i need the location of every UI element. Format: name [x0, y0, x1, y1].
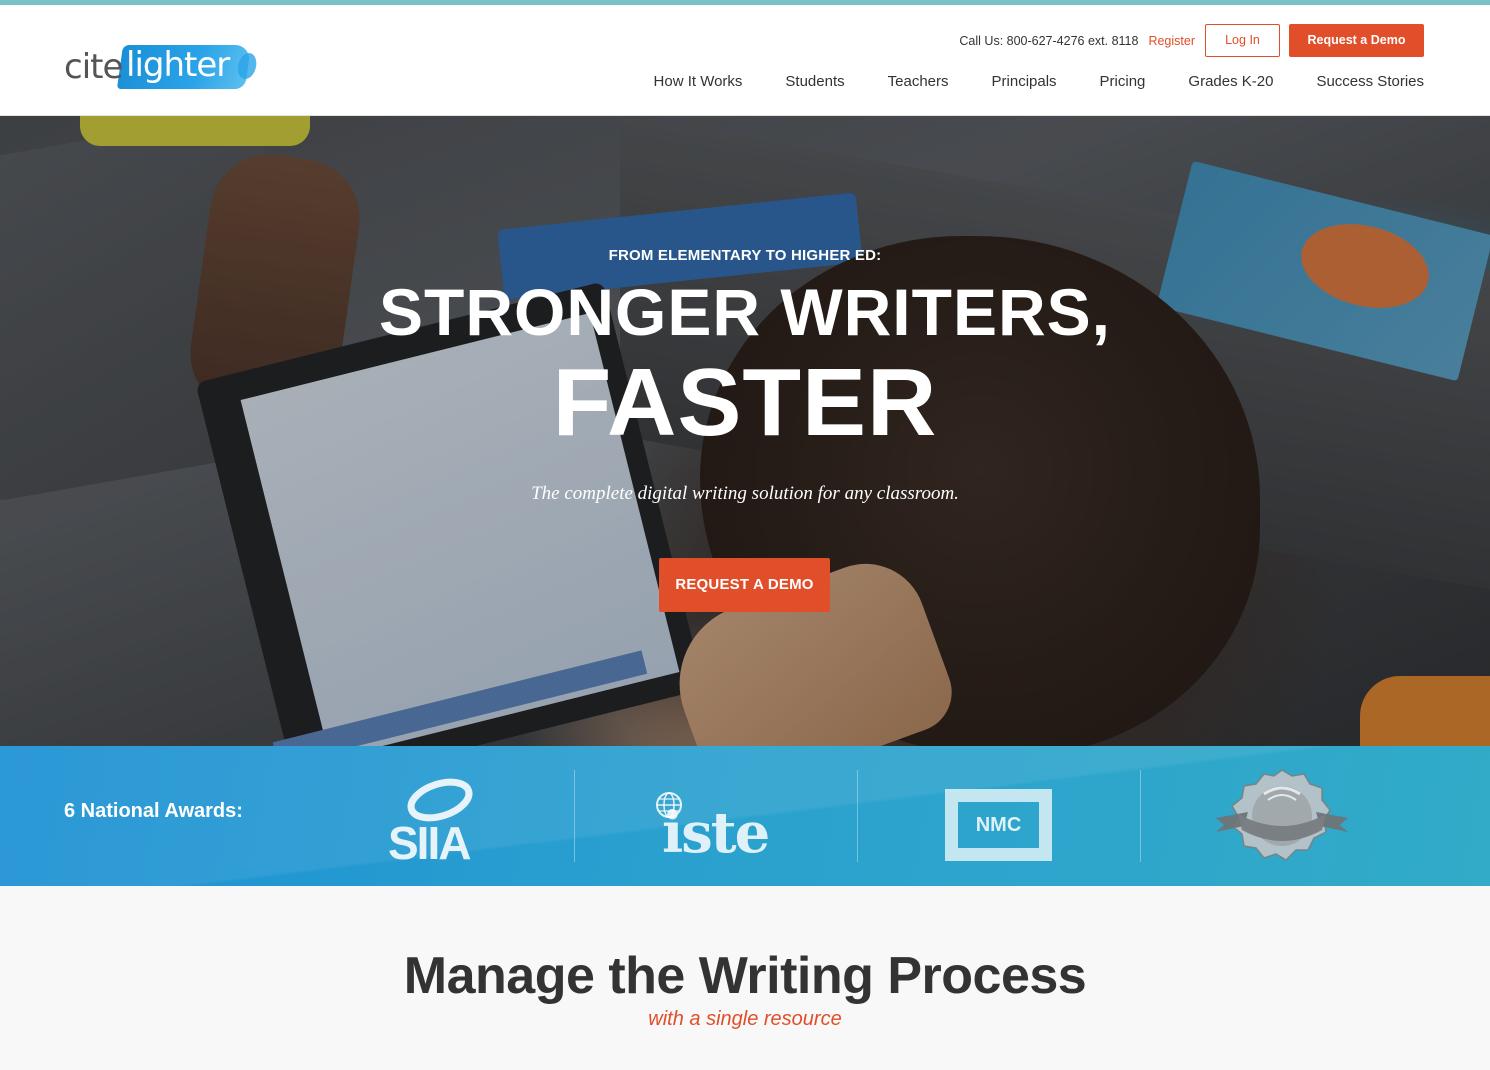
nav-item-grades[interactable]: Grades K-20: [1188, 73, 1273, 90]
logo-text-cite: cite: [64, 47, 123, 87]
nav-item-how-it-works[interactable]: How It Works: [654, 73, 743, 90]
citelighter-logo[interactable]: cite lighter: [64, 41, 254, 97]
request-demo-button-hero[interactable]: REQUEST A DEMO: [659, 558, 830, 612]
awards-divider: [1140, 770, 1141, 862]
award-seal-icon: [1216, 769, 1348, 861]
section-title: Manage the Writing Process: [403, 947, 1087, 1005]
siia-logo: SIIA: [386, 776, 486, 869]
awards-band: 6 National Awards: SIIA iste NMC: [0, 746, 1490, 886]
nav-item-pricing[interactable]: Pricing: [1100, 73, 1146, 90]
nav-item-students[interactable]: Students: [785, 73, 844, 90]
main-nav: How It Works Students Teachers Principal…: [611, 73, 1424, 90]
awards-divider: [574, 770, 575, 862]
nmc-logo: NMC: [945, 789, 1052, 861]
nav-item-teachers[interactable]: Teachers: [888, 73, 949, 90]
hero-title-line2: FASTER: [552, 349, 938, 456]
site-header: cite lighter Call Us: 800-627-4276 ext. …: [0, 5, 1490, 116]
writing-process-section: Manage the Writing Process with a single…: [0, 886, 1490, 1070]
register-link[interactable]: Register: [1148, 34, 1195, 48]
iste-logo-text: iste: [662, 800, 770, 866]
hero-subtitle: The complete digital writing solution fo…: [531, 483, 959, 504]
nav-item-principals[interactable]: Principals: [992, 73, 1057, 90]
nav-item-success-stories[interactable]: Success Stories: [1316, 73, 1424, 90]
section-subtitle: with a single resource: [648, 1008, 842, 1030]
awards-divider: [857, 770, 858, 862]
hero-section: FROM ELEMENTARY TO HIGHER ED: STRONGER W…: [0, 116, 1490, 746]
milken-penn-award-seal: [1214, 768, 1350, 864]
hero-title-line1: STRONGER WRITERS,: [378, 275, 1111, 349]
nmc-logo-text: NMC: [975, 814, 1022, 836]
utility-bar: Call Us: 800-627-4276 ext. 8118 Register…: [959, 24, 1424, 57]
logo-text-lighter: lighter: [126, 45, 230, 85]
hero-kicker: FROM ELEMENTARY TO HIGHER ED:: [608, 247, 882, 264]
siia-logo-text: SIIA: [388, 817, 471, 869]
login-button[interactable]: Log In: [1205, 24, 1280, 57]
request-demo-button-header[interactable]: Request a Demo: [1289, 24, 1424, 57]
iste-logo: iste: [654, 790, 784, 870]
awards-label: 6 National Awards:: [64, 800, 243, 822]
call-us-text: Call Us: 800-627-4276 ext. 8118: [959, 33, 1139, 48]
